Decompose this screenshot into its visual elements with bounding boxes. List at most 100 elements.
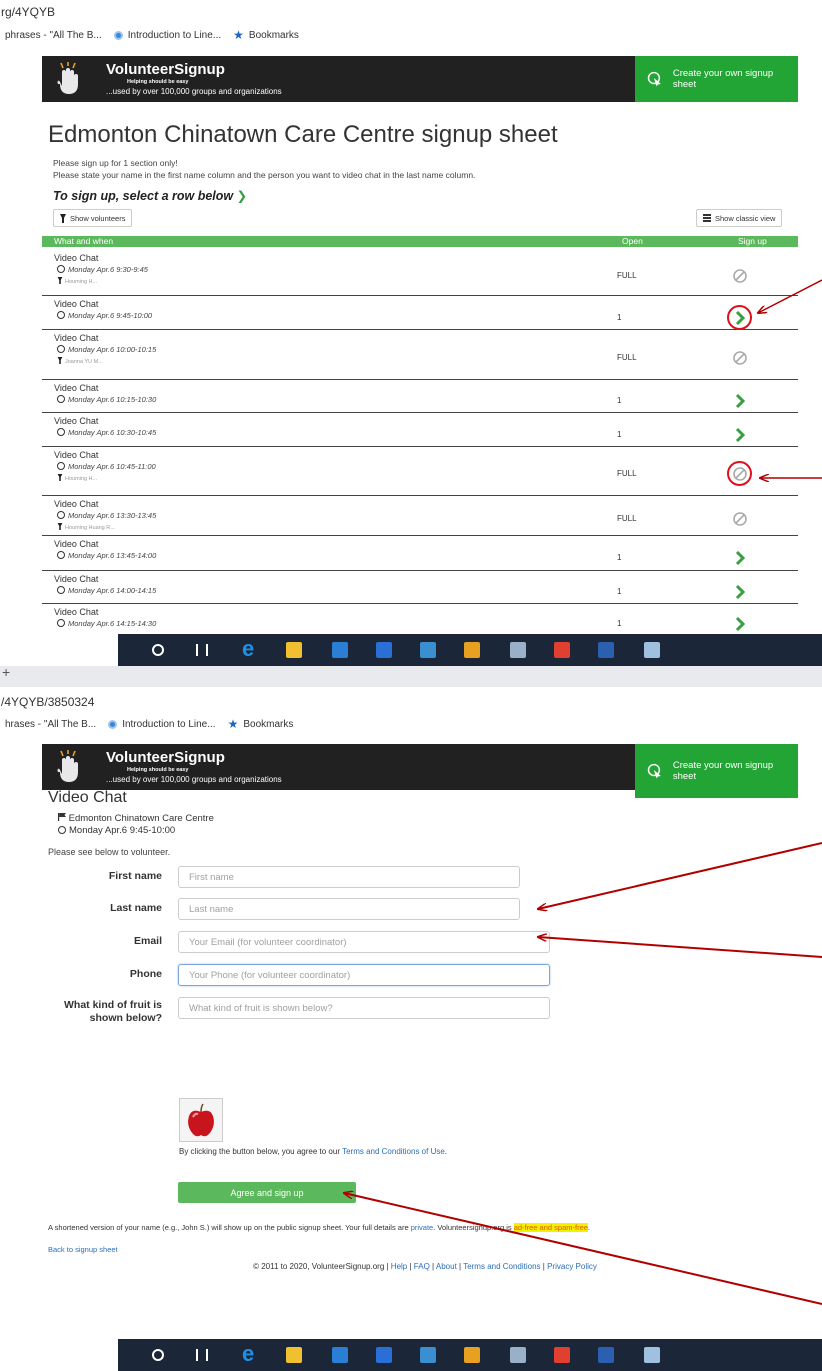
logo-title[interactable]: VolunteerSignup <box>106 61 225 78</box>
star-icon: ★ <box>227 717 239 731</box>
open-count: FULL <box>617 353 637 362</box>
full-slot-icon <box>733 351 747 365</box>
calculator-icon[interactable] <box>420 642 436 658</box>
clock-icon <box>57 462 65 470</box>
create-signup-button[interactable]: Create your own signup sheet <box>635 56 798 102</box>
private-link[interactable]: private <box>411 1223 434 1232</box>
store-icon[interactable] <box>332 642 348 658</box>
paint-icon[interactable] <box>644 642 660 658</box>
annotation-circle <box>727 305 752 330</box>
window-divider: + <box>0 664 822 687</box>
bookmark-folder[interactable]: ★ Bookmarks <box>233 29 299 41</box>
footer-terms-link[interactable]: Terms and Conditions <box>463 1262 540 1271</box>
logo-subtitle: ...used by over 100,000 groups and organ… <box>106 87 282 96</box>
table-row[interactable]: Video Chat Monday Apr.6 14:15-14:30 1 <box>42 605 798 634</box>
store-icon[interactable] <box>332 1347 348 1363</box>
calculator-icon[interactable] <box>420 1347 436 1363</box>
pin-icon <box>57 523 63 530</box>
full-slot-icon <box>733 512 747 526</box>
open-count: 1 <box>617 313 622 322</box>
url-text: rg/4YQYB <box>1 5 56 19</box>
cursor-click-icon <box>647 763 661 779</box>
paint-icon[interactable] <box>644 1347 660 1363</box>
new-tab-button[interactable]: + <box>2 664 10 680</box>
clock-icon <box>57 551 65 559</box>
volunteer-instruction: Please see below to volunteer. <box>48 847 171 857</box>
table-row[interactable]: Video Chat Monday Apr.6 14:00-14:15 1 <box>42 572 798 604</box>
open-count: 1 <box>617 553 622 562</box>
email-input[interactable] <box>178 931 550 953</box>
bookmark-introduction-2[interactable]: Introduction to Line... <box>108 719 216 730</box>
sign-up-chevron-icon[interactable] <box>732 427 748 443</box>
word-icon[interactable] <box>598 1347 614 1363</box>
privacy-notice: A shortened version of your name (e.g., … <box>48 1223 591 1232</box>
search-circle-icon[interactable] <box>152 644 164 656</box>
word-icon[interactable] <box>598 642 614 658</box>
edge-icon[interactable]: e <box>242 1341 262 1366</box>
slot-name: Video Chat <box>54 416 99 426</box>
cursor-click-icon <box>647 71 661 87</box>
open-count: 1 <box>617 587 622 596</box>
app-icon[interactable] <box>510 1347 526 1363</box>
media-icon[interactable] <box>376 1347 392 1363</box>
media-icon[interactable] <box>376 642 392 658</box>
apple-captcha-image <box>179 1098 223 1142</box>
fruit-answer-input[interactable] <box>178 997 550 1019</box>
sign-up-chevron-icon[interactable] <box>732 584 748 600</box>
file-explorer-icon[interactable] <box>286 1347 302 1363</box>
first-name-input[interactable] <box>178 866 520 888</box>
footer-faq-link[interactable]: FAQ <box>414 1262 430 1271</box>
last-name-input[interactable] <box>178 898 520 920</box>
chevron-right-icon: ❯ <box>236 189 248 203</box>
outlook-icon[interactable] <box>464 1347 480 1363</box>
bookmark-phrases[interactable]: phrases - "All The B... <box>5 30 102 41</box>
table-row[interactable]: Video Chat Monday Apr.6 13:45-14:00 1 <box>42 537 798 571</box>
logo-title[interactable]: VolunteerSignup <box>106 749 225 766</box>
table-row[interactable]: Video Chat Monday Apr.6 10:15-10:30 1 <box>42 381 798 413</box>
outlook-icon[interactable] <box>464 642 480 658</box>
task-view-icon[interactable] <box>196 1349 208 1361</box>
create-signup-button[interactable]: Create your own signup sheet <box>635 744 798 798</box>
app-icon[interactable] <box>510 642 526 658</box>
hand-logo-icon[interactable] <box>54 62 84 96</box>
slot-time: Monday Apr.6 13:30-13:45 <box>57 511 156 520</box>
bookmark-introduction[interactable]: Introduction to Line... <box>113 30 221 41</box>
file-explorer-icon[interactable] <box>286 642 302 658</box>
globe-icon <box>108 719 118 729</box>
sign-up-chevron-icon[interactable] <box>732 550 748 566</box>
chrome-icon[interactable] <box>554 642 570 658</box>
address-bar-2[interactable]: /4YQYB/3850324 <box>0 690 822 712</box>
taskbar-top: e <box>118 634 822 666</box>
slot-time: Monday Apr.6 9:30-9:45 <box>57 265 148 274</box>
full-slot-icon <box>733 269 747 283</box>
slot-time: Monday Apr.6 10:15-10:30 <box>57 395 156 404</box>
bookmark-folder-2[interactable]: ★ Bookmarks <box>227 717 294 731</box>
footer-about-link[interactable]: About <box>436 1262 457 1271</box>
chrome-icon[interactable] <box>554 1347 570 1363</box>
pin-icon <box>57 357 63 364</box>
slot-name: Video Chat <box>54 299 99 309</box>
footer-help-link[interactable]: Help <box>391 1262 407 1271</box>
back-to-signup-sheet-link[interactable]: Back to signup sheet <box>48 1245 118 1254</box>
footer-privacy-link[interactable]: Privacy Policy <box>547 1262 597 1271</box>
show-classic-view-button[interactable]: Show classic view <box>696 209 783 227</box>
sheet-title: Edmonton Chinatown Care Centre signup sh… <box>48 121 558 148</box>
last-name-label: Last name <box>110 902 162 914</box>
hand-logo-icon[interactable] <box>54 750 84 784</box>
table-header: What and when Open Sign up <box>42 236 798 247</box>
phone-input[interactable] <box>178 964 550 986</box>
table-row[interactable]: Video Chat Monday Apr.6 9:45-10:00 1 <box>42 297 798 330</box>
sign-up-chevron-icon[interactable] <box>732 393 748 409</box>
task-view-icon[interactable] <box>196 644 208 656</box>
table-row[interactable]: Video Chat Monday Apr.6 10:30-10:45 1 <box>42 414 798 447</box>
open-count: FULL <box>617 514 637 523</box>
show-volunteers-button[interactable]: Show volunteers <box>53 209 133 227</box>
edge-icon[interactable]: e <box>242 636 262 661</box>
sign-up-chevron-icon[interactable] <box>732 616 748 632</box>
agree-and-sign-up-button[interactable]: Agree and sign up <box>178 1182 356 1203</box>
bookmark-phrases-2[interactable]: hrases - "All The B... <box>5 719 96 730</box>
table-row: Video Chat Monday Apr.6 13:30-13:45 Houmin… <box>42 497 798 536</box>
search-circle-icon[interactable] <box>152 1349 164 1361</box>
address-bar[interactable]: rg/4YQYB <box>0 0 822 22</box>
terms-link[interactable]: Terms and Conditions of Use <box>342 1147 445 1156</box>
